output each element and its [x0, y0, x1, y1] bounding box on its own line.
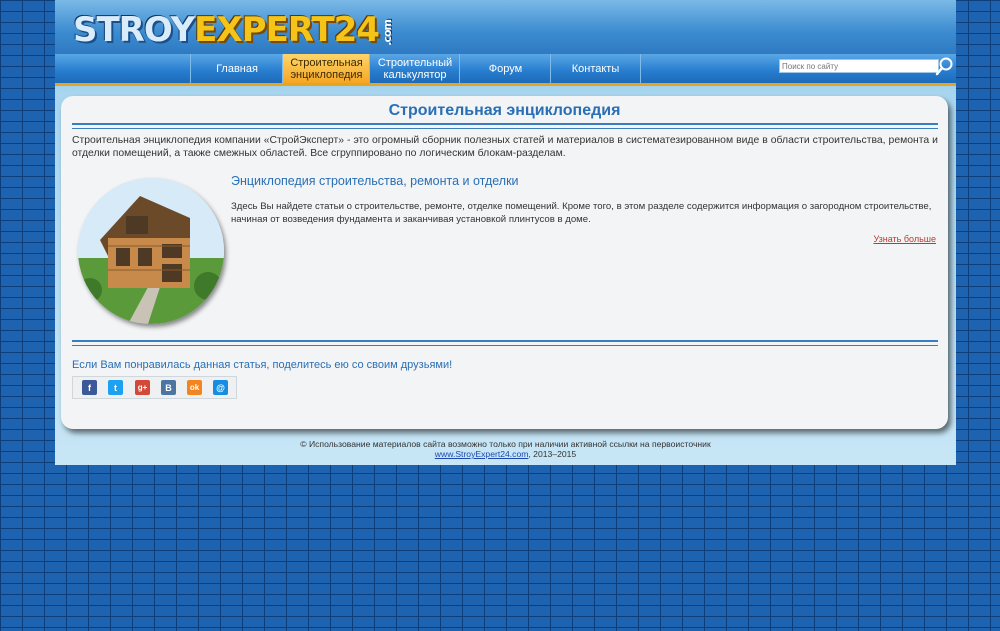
article-title[interactable]: Энциклопедия строительства, ремонта и от… — [231, 174, 519, 188]
title-divider — [72, 123, 938, 129]
article-text: Здесь Вы найдете статьи о строительстве,… — [231, 201, 932, 225]
share-bar: f t g+ B ok @ — [72, 376, 237, 399]
vkontakte-icon[interactable]: B — [161, 380, 176, 395]
search-icon[interactable] — [935, 56, 955, 76]
site-footer: © Использование материалов сайта возможн… — [55, 439, 956, 459]
logo-domain: .com — [380, 20, 394, 46]
nav-item-label: Форум — [488, 62, 523, 75]
nav-item-encyclopedia[interactable]: Строительная энциклопедия — [282, 54, 370, 83]
nav-item-label: Строительный калькулятор — [377, 56, 453, 81]
site-header: STROY EXPERT24 .com — [55, 0, 956, 54]
read-more-link[interactable]: Узнать больше — [873, 234, 936, 244]
page-title: Строительная энциклопедия — [388, 102, 621, 119]
copyright-text: © Использование материалов сайта возможн… — [300, 439, 711, 449]
facebook-icon[interactable]: f — [82, 380, 97, 395]
search-input[interactable] — [779, 59, 939, 73]
nav-item-label: Контакты — [571, 62, 620, 75]
page-wrapper: STROY EXPERT24 .com Главная Строительная… — [55, 0, 956, 465]
logo-part-expert: EXPERT24 — [194, 10, 380, 50]
site-logo[interactable]: STROY EXPERT24 .com — [73, 6, 394, 50]
intro-text: Строительная энциклопедия компании «Стро… — [72, 135, 938, 159]
nav-item-calculator[interactable]: Строительный калькулятор — [369, 54, 460, 83]
nav-item-label: Строительная энциклопедия — [290, 56, 363, 81]
content-panel: Строительная энциклопедия Строительная э… — [61, 96, 948, 429]
footer-link-line: www.StroyExpert24.com, 2013–2015 — [55, 449, 956, 459]
site-link[interactable]: www.StroyExpert24.com — [435, 449, 529, 459]
house-image — [78, 178, 224, 324]
share-prompt: Если Вам понравилась данная статья, поде… — [72, 359, 453, 371]
twitter-icon[interactable]: t — [108, 380, 123, 395]
nav-item-label: Главная — [216, 62, 258, 75]
nav-item-home[interactable]: Главная — [190, 54, 283, 83]
article-thumbnail[interactable] — [78, 178, 224, 324]
odnoklassniki-icon[interactable]: ok — [187, 380, 202, 395]
nav-item-forum[interactable]: Форум — [459, 54, 551, 83]
nav-item-contacts[interactable]: Контакты — [550, 54, 641, 83]
google-plus-icon[interactable]: g+ — [135, 380, 150, 395]
mailru-icon[interactable]: @ — [213, 380, 228, 395]
copyright-years: , 2013–2015 — [528, 449, 577, 459]
logo-part-stroy: STROY — [73, 10, 195, 50]
section-divider — [72, 340, 938, 346]
